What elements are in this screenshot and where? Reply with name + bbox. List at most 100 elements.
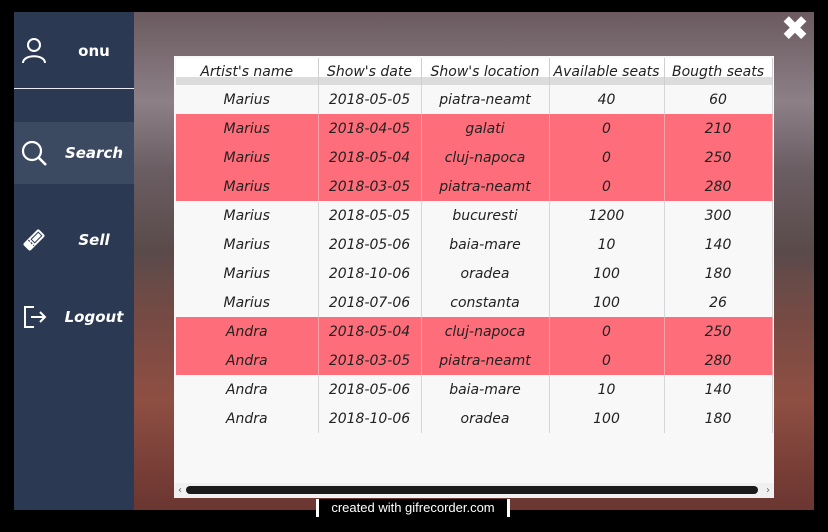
username-label: onu xyxy=(78,42,110,60)
cell-bought-seats: 210 xyxy=(664,114,773,143)
cell-artist: Andra xyxy=(176,317,319,346)
cell-artist: Andra xyxy=(176,404,319,433)
table-row[interactable]: Marius 2018-05-05 piatra-neamt 40 60 xyxy=(176,85,773,114)
cell-bought-seats: 180 xyxy=(664,259,773,288)
cell-artist: Marius xyxy=(176,201,319,230)
column-header-artist[interactable]: Artist's name xyxy=(176,58,319,85)
close-icon[interactable]: ✖ xyxy=(779,12,811,46)
cell-available-seats: 100 xyxy=(549,404,665,433)
cell-location: baia-mare xyxy=(421,375,550,404)
column-header-date[interactable]: Show's date xyxy=(318,58,422,85)
table-row-soldout[interactable]: Andra 2018-03-05 piatra-neamt 0 280 xyxy=(176,346,773,375)
cell-date: 2018-03-05 xyxy=(318,172,422,201)
search-icon xyxy=(21,140,47,166)
cell-available-seats: 0 xyxy=(549,172,665,201)
cell-artist: Marius xyxy=(176,114,319,143)
table-row-soldout[interactable]: Andra 2018-05-04 cluj-napoca 0 250 xyxy=(176,317,773,346)
cell-available-seats: 10 xyxy=(549,375,665,404)
column-header-location[interactable]: Show's location xyxy=(421,58,550,85)
cell-artist: Marius xyxy=(176,143,319,172)
table-header-row: Artist's name Show's date Show's locatio… xyxy=(176,58,773,85)
cell-artist: Marius xyxy=(176,172,319,201)
table-row-soldout[interactable]: Marius 2018-03-05 piatra-neamt 0 280 xyxy=(176,172,773,201)
cell-location: oradea xyxy=(421,404,550,433)
cell-available-seats: 0 xyxy=(549,317,665,346)
cell-bought-seats: 250 xyxy=(664,143,773,172)
user-icon xyxy=(22,38,46,64)
cell-available-seats: 0 xyxy=(549,143,665,172)
shows-table-panel: Artist's name Show's date Show's locatio… xyxy=(174,56,774,498)
cell-artist: Marius xyxy=(176,230,319,259)
cell-available-seats: 100 xyxy=(549,259,665,288)
table-row-soldout[interactable]: Marius 2018-05-04 cluj-napoca 0 250 xyxy=(176,143,773,172)
cell-available-seats: 0 xyxy=(549,114,665,143)
cell-date: 2018-05-06 xyxy=(318,230,422,259)
scroll-left-icon[interactable]: ‹ xyxy=(174,483,186,498)
cell-date: 2018-03-05 xyxy=(318,346,422,375)
sidebar-item-search[interactable]: Search xyxy=(14,122,134,184)
cell-location: cluj-napoca xyxy=(421,143,550,172)
sidebar-item-label: Search xyxy=(64,144,124,162)
cell-artist: Marius xyxy=(176,85,319,114)
cell-artist: Andra xyxy=(176,375,319,404)
watermark-label: created with gifrecorder.com xyxy=(316,499,510,517)
cell-date: 2018-05-05 xyxy=(318,201,422,230)
cell-location: piatra-neamt xyxy=(421,85,550,114)
cell-bought-seats: 26 xyxy=(664,288,773,317)
cell-date: 2018-05-04 xyxy=(318,317,422,346)
cell-artist: Marius xyxy=(176,259,319,288)
cell-date: 2018-05-04 xyxy=(318,143,422,172)
ticket-icon xyxy=(23,229,45,251)
sidebar-item-sell[interactable]: Sell xyxy=(14,209,134,271)
cell-date: 2018-07-06 xyxy=(318,288,422,317)
cell-bought-seats: 280 xyxy=(664,172,773,201)
cell-location: piatra-neamt xyxy=(421,172,550,201)
cell-available-seats: 0 xyxy=(549,346,665,375)
scroll-right-icon[interactable]: › xyxy=(762,483,774,498)
table-row[interactable]: Marius 2018-07-06 constanta 100 26 xyxy=(176,288,773,317)
cell-bought-seats: 280 xyxy=(664,346,773,375)
cell-location: piatra-neamt xyxy=(421,346,550,375)
table-row[interactable]: Marius 2018-10-06 oradea 100 180 xyxy=(176,259,773,288)
table-row[interactable]: Marius 2018-05-06 baia-mare 10 140 xyxy=(176,230,773,259)
scrollbar-thumb[interactable] xyxy=(186,486,758,494)
sidebar: onu Search Sell Logout xyxy=(14,12,134,510)
table-row[interactable]: Marius 2018-05-05 bucuresti 1200 300 xyxy=(176,201,773,230)
shows-table: Artist's name Show's date Show's locatio… xyxy=(176,58,773,433)
sidebar-item-logout[interactable]: Logout xyxy=(14,286,134,348)
cell-date: 2018-10-06 xyxy=(318,404,422,433)
table-row[interactable]: Andra 2018-10-06 oradea 100 180 xyxy=(176,404,773,433)
column-header-bought-seats[interactable]: Bougth seats xyxy=(664,58,773,85)
cell-available-seats: 40 xyxy=(549,85,665,114)
cell-bought-seats: 300 xyxy=(664,201,773,230)
cell-available-seats: 10 xyxy=(549,230,665,259)
cell-date: 2018-05-05 xyxy=(318,85,422,114)
user-section: onu xyxy=(14,12,134,89)
logout-icon xyxy=(24,306,47,328)
cell-location: galati xyxy=(421,114,550,143)
cell-bought-seats: 140 xyxy=(664,375,773,404)
cell-location: cluj-napoca xyxy=(421,317,550,346)
column-header-available-seats[interactable]: Available seats xyxy=(549,58,665,85)
sidebar-item-label: Sell xyxy=(78,231,110,249)
cell-artist: Andra xyxy=(176,346,319,375)
cell-location: baia-mare xyxy=(421,230,550,259)
cell-artist: Marius xyxy=(176,288,319,317)
cell-bought-seats: 250 xyxy=(664,317,773,346)
cell-bought-seats: 180 xyxy=(664,404,773,433)
cell-bought-seats: 140 xyxy=(664,230,773,259)
cell-location: oradea xyxy=(421,259,550,288)
cell-location: bucuresti xyxy=(421,201,550,230)
app-window: onu Search Sell Logout Artist's name Sho… xyxy=(14,12,814,510)
cell-date: 2018-10-06 xyxy=(318,259,422,288)
cell-bought-seats: 60 xyxy=(664,85,773,114)
horizontal-scrollbar[interactable]: ‹ › xyxy=(174,483,774,498)
sidebar-item-label: Logout xyxy=(64,308,124,326)
table-row[interactable]: Andra 2018-05-06 baia-mare 10 140 xyxy=(176,375,773,404)
cell-available-seats: 1200 xyxy=(549,201,665,230)
cell-location: constanta xyxy=(421,288,550,317)
cell-available-seats: 100 xyxy=(549,288,665,317)
cell-date: 2018-04-05 xyxy=(318,114,422,143)
cell-date: 2018-05-06 xyxy=(318,375,422,404)
table-row-soldout[interactable]: Marius 2018-04-05 galati 0 210 xyxy=(176,114,773,143)
